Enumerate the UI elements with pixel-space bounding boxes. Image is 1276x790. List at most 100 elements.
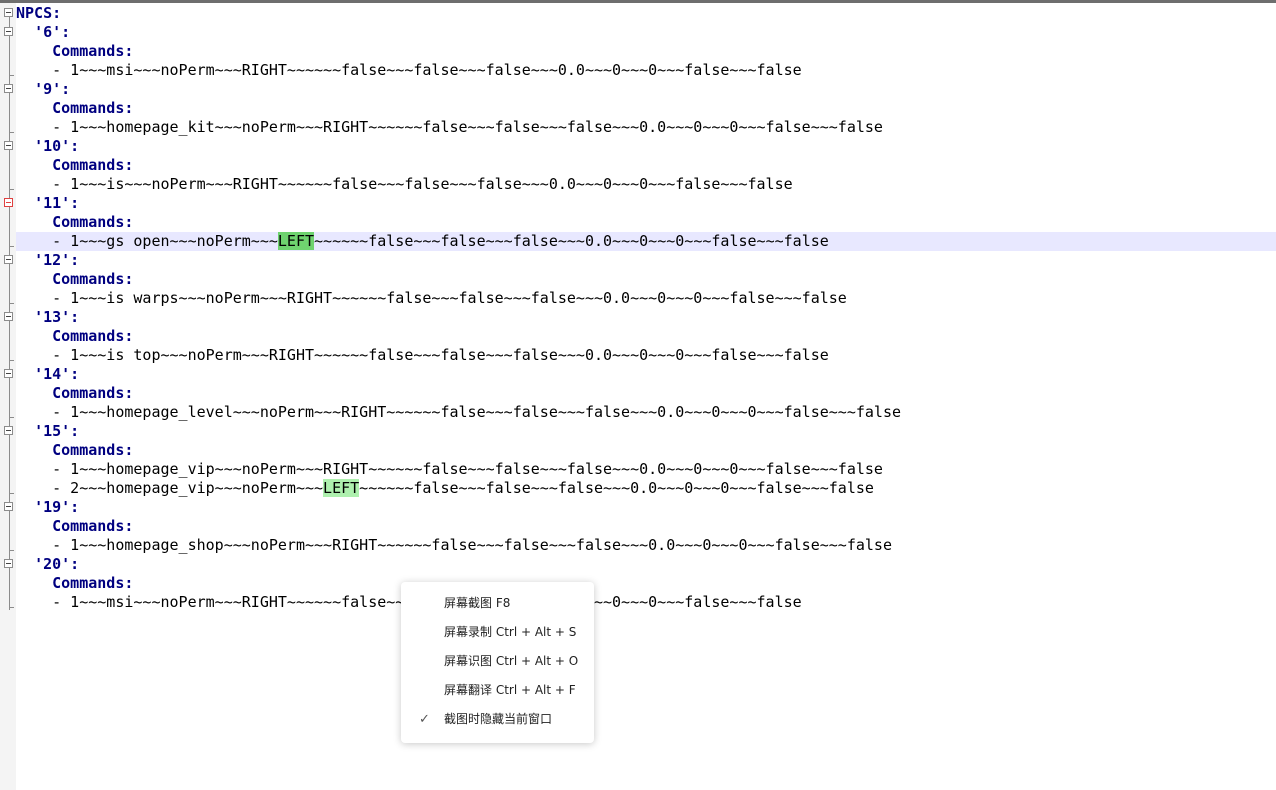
code-editor[interactable]: NPCS: '6': Commands: - 1~~~msi~~~noPerm~… — [16, 4, 1276, 790]
yaml-key: '11': — [34, 194, 80, 212]
fold-minus-icon[interactable] — [4, 312, 13, 321]
context-menu: 屏幕截图 F8 屏幕录制 Ctrl + Alt + S 屏幕识图 Ctrl + … — [401, 582, 594, 743]
menu-item-hide-window[interactable]: ✓ 截图时隐藏当前窗口 — [401, 705, 594, 734]
code-line[interactable]: '14': — [16, 365, 1276, 384]
yaml-key: Commands: — [52, 574, 134, 592]
fold-minus-icon[interactable] — [4, 502, 13, 511]
fold-minus-icon[interactable] — [4, 141, 13, 150]
yaml-key: Commands: — [52, 327, 134, 345]
code-line[interactable]: Commands: — [16, 574, 1276, 593]
code-line[interactable]: Commands: — [16, 517, 1276, 536]
code-line[interactable]: Commands: — [16, 384, 1276, 403]
fold-minus-icon[interactable] — [4, 255, 13, 264]
fold-margin[interactable] — [0, 3, 16, 790]
fold-minus-icon[interactable] — [4, 369, 13, 378]
yaml-key: '13': — [34, 308, 80, 326]
menu-item-screen-translate[interactable]: 屏幕翻译 Ctrl + Alt + F — [401, 676, 594, 705]
code-line[interactable]: - 1~~~msi~~~noPerm~~~RIGHT~~~~~~false~~~… — [16, 61, 1276, 80]
yaml-key: NPCS: — [16, 4, 62, 22]
yaml-key: '10': — [34, 137, 80, 155]
yaml-key: Commands: — [52, 517, 134, 535]
menu-item-label: 屏幕翻译 Ctrl + Alt + F — [444, 683, 576, 697]
code-line[interactable]: Commands: — [16, 441, 1276, 460]
code-line[interactable]: - 1~~~homepage_kit~~~noPerm~~~RIGHT~~~~~… — [16, 118, 1276, 137]
fold-minus-icon[interactable] — [4, 559, 13, 568]
code-text: - 1~~~is warps~~~noPerm~~~RIGHT~~~~~~fal… — [16, 289, 847, 307]
code-line[interactable]: - 1~~~is warps~~~noPerm~~~RIGHT~~~~~~fal… — [16, 289, 1276, 308]
menu-item-screen-record[interactable]: 屏幕录制 Ctrl + Alt + S — [401, 618, 594, 647]
fold-end-tick — [9, 550, 14, 551]
menu-item-label: 屏幕录制 Ctrl + Alt + S — [444, 625, 577, 639]
code-text: - 1~~~homepage_kit~~~noPerm~~~RIGHT~~~~~… — [16, 118, 883, 136]
code-line[interactable]: Commands: — [16, 213, 1276, 232]
fold-end-tick — [9, 303, 14, 304]
code-text: ~~~~~~false~~~false~~~false~~~0.0~~~0~~~… — [314, 232, 829, 250]
code-line[interactable]: '9': — [16, 80, 1276, 99]
code-line[interactable]: Commands: — [16, 327, 1276, 346]
code-text: - 1~~~homepage_vip~~~noPerm~~~RIGHT~~~~~… — [16, 460, 883, 478]
menu-item-screenshot[interactable]: 屏幕截图 F8 — [401, 589, 594, 618]
code-line[interactable]: NPCS: — [16, 4, 1276, 23]
fold-end-tick — [9, 607, 14, 608]
code-text: - 1~~~homepage_level~~~noPerm~~~RIGHT~~~… — [16, 403, 902, 421]
yaml-key: Commands: — [52, 99, 134, 117]
code-line[interactable]: '10': — [16, 137, 1276, 156]
code-line[interactable]: - 1~~~is~~~noPerm~~~RIGHT~~~~~~false~~~f… — [16, 175, 1276, 194]
fold-minus-icon[interactable] — [4, 84, 13, 93]
yaml-key: '20': — [34, 555, 80, 573]
menu-item-label: 屏幕截图 F8 — [444, 596, 511, 610]
yaml-key: Commands: — [52, 384, 134, 402]
window-top-border — [0, 0, 1276, 3]
fold-minus-icon[interactable] — [4, 198, 13, 207]
code-text: ~~~~~~false~~~false~~~false~~~0.0~~~0~~~… — [359, 479, 874, 497]
yaml-key: '6': — [34, 23, 71, 41]
menu-item-label: 截图时隐藏当前窗口 — [444, 712, 553, 726]
fold-end-tick — [9, 189, 14, 190]
code-line[interactable]: Commands: — [16, 99, 1276, 118]
code-line[interactable]: - 1~~~gs open~~~noPerm~~~LEFT~~~~~~false… — [16, 232, 1276, 251]
search-highlight: LEFT — [323, 479, 360, 497]
yaml-key: Commands: — [52, 42, 134, 60]
yaml-key: Commands: — [52, 441, 134, 459]
code-line[interactable]: '19': — [16, 498, 1276, 517]
code-line[interactable]: Commands: — [16, 42, 1276, 61]
code-line[interactable]: '6': — [16, 23, 1276, 42]
fold-minus-icon[interactable] — [4, 8, 13, 17]
code-line[interactable]: '13': — [16, 308, 1276, 327]
code-line[interactable]: '12': — [16, 251, 1276, 270]
code-line[interactable]: - 1~~~homepage_shop~~~noPerm~~~RIGHT~~~~… — [16, 536, 1276, 555]
code-line[interactable]: - 2~~~homepage_vip~~~noPerm~~~LEFT~~~~~~… — [16, 479, 1276, 498]
fold-minus-icon[interactable] — [4, 27, 13, 36]
code-line[interactable]: '15': — [16, 422, 1276, 441]
menu-item-screen-ocr[interactable]: 屏幕识图 Ctrl + Alt + O — [401, 647, 594, 676]
fold-end-tick — [9, 246, 14, 247]
code-line[interactable]: - 1~~~is top~~~noPerm~~~RIGHT~~~~~~false… — [16, 346, 1276, 365]
code-line[interactable]: '11': — [16, 194, 1276, 213]
code-line[interactable]: Commands: — [16, 156, 1276, 175]
code-text: - 1~~~msi~~~noPerm~~~RIGHT~~~~~~false~~~… — [16, 61, 802, 79]
yaml-key: '15': — [34, 422, 80, 440]
code-text: - 1~~~gs open~~~noPerm~~~ — [16, 232, 278, 250]
code-line[interactable]: '20': — [16, 555, 1276, 574]
code-line[interactable]: - 1~~~homepage_level~~~noPerm~~~RIGHT~~~… — [16, 403, 1276, 422]
code-line[interactable]: - 1~~~homepage_vip~~~noPerm~~~RIGHT~~~~~… — [16, 460, 1276, 479]
code-line[interactable]: Commands: — [16, 270, 1276, 289]
code-line[interactable]: - 1~~~msi~~~noPerm~~~RIGHT~~~~~~false~~~… — [16, 593, 1276, 612]
code-text: - 2~~~homepage_vip~~~noPerm~~~ — [16, 479, 324, 497]
fold-minus-icon[interactable] — [4, 426, 13, 435]
code-text: - 1~~~is~~~noPerm~~~RIGHT~~~~~~false~~~f… — [16, 175, 793, 193]
